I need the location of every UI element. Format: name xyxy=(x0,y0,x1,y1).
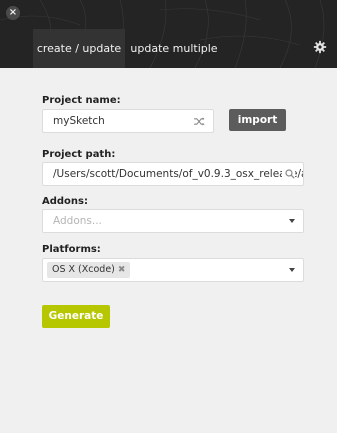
chevron-down-icon[interactable] xyxy=(289,210,295,232)
platforms-select[interactable]: OS X (Xcode) ✖ xyxy=(42,258,304,282)
search-icon[interactable] xyxy=(282,163,295,185)
generate-button[interactable]: Generate xyxy=(42,305,110,328)
project-path-label: Project path: xyxy=(42,149,116,160)
header-bar: × create / update update multiple xyxy=(0,0,337,68)
gear-icon[interactable] xyxy=(313,40,327,54)
platforms-label: Platforms: xyxy=(42,244,101,255)
project-name-label: Project name: xyxy=(42,95,121,106)
shuffle-icon[interactable] xyxy=(194,110,205,132)
project-path-value: /Users/scott/Documents/of_v0.9.3_osx_rel… xyxy=(53,168,303,180)
platform-tag: OS X (Xcode) ✖ xyxy=(47,262,131,278)
addons-select[interactable]: Addons... xyxy=(42,209,304,233)
platform-tag-label: OS X (Xcode) xyxy=(52,264,115,275)
import-button[interactable]: import xyxy=(229,109,286,131)
addons-label: Addons: xyxy=(42,196,88,207)
main-content: Project name: mySketch import Project pa… xyxy=(0,68,337,433)
chevron-down-icon[interactable] xyxy=(289,259,295,281)
addons-placeholder: Addons... xyxy=(53,215,102,227)
close-button[interactable]: × xyxy=(6,6,20,20)
tab-create-update[interactable]: create / update xyxy=(33,29,125,68)
remove-tag-icon[interactable]: ✖ xyxy=(118,262,126,278)
tab-update-multiple[interactable]: update multiple xyxy=(128,29,220,68)
project-name-value: mySketch xyxy=(53,115,105,127)
project-name-input[interactable]: mySketch xyxy=(42,109,214,133)
project-path-input[interactable]: /Users/scott/Documents/of_v0.9.3_osx_rel… xyxy=(42,162,304,186)
